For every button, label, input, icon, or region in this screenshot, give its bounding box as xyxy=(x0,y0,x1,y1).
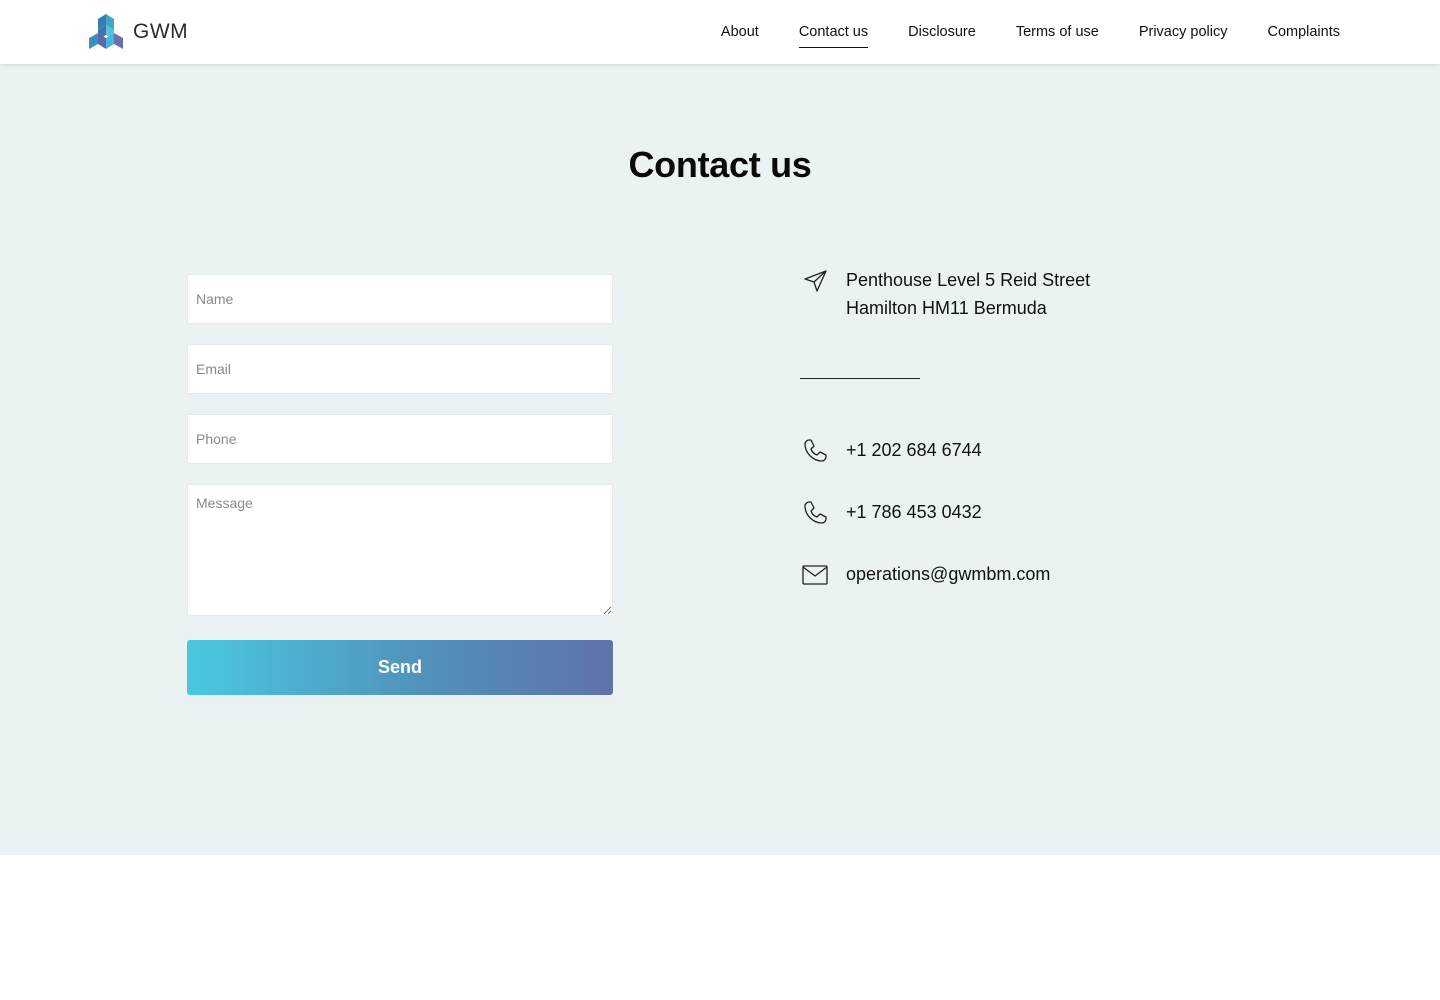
phone-link-1[interactable]: +1 202 684 6744 xyxy=(846,436,982,464)
nav-about[interactable]: About xyxy=(721,22,759,42)
email-row: operations@gwmbm.com xyxy=(800,560,1050,590)
nav-privacy-policy[interactable]: Privacy policy xyxy=(1139,22,1228,42)
main-nav: About Contact us Disclosure Terms of use… xyxy=(721,0,1340,64)
site-header: GWM About Contact us Disclosure Terms of… xyxy=(0,0,1440,64)
send-button[interactable]: Send xyxy=(187,640,613,695)
phone-link-2[interactable]: +1 786 453 0432 xyxy=(846,498,982,526)
email-link[interactable]: operations@gwmbm.com xyxy=(846,560,1050,588)
phone-row-1: +1 202 684 6744 xyxy=(800,436,982,466)
contact-section: Contact us Send Penthouse Level 5 Reid S… xyxy=(0,64,1440,855)
send-arrow-icon xyxy=(800,266,830,296)
message-textarea[interactable] xyxy=(187,484,613,616)
phone-icon xyxy=(800,498,830,528)
address-line-2: Hamilton HM11 Bermuda xyxy=(846,298,1047,318)
logo[interactable]: GWM xyxy=(87,13,188,51)
gwm-logo-icon xyxy=(89,14,123,49)
phone-icon xyxy=(800,436,830,466)
address-line-1: Penthouse Level 5 Reid Street xyxy=(846,270,1091,290)
logo-text: GWM xyxy=(133,20,189,43)
nav-disclosure[interactable]: Disclosure xyxy=(908,22,976,42)
email-input[interactable] xyxy=(187,344,613,394)
divider xyxy=(800,378,920,379)
phone-input[interactable] xyxy=(187,414,613,464)
address-block: Penthouse Level 5 Reid Street Hamilton H… xyxy=(800,266,1090,322)
phone-row-2: +1 786 453 0432 xyxy=(800,498,982,528)
name-input[interactable] xyxy=(187,274,613,324)
nav-complaints[interactable]: Complaints xyxy=(1267,22,1340,42)
nav-contact-us[interactable]: Contact us xyxy=(798,22,869,48)
envelope-icon xyxy=(800,560,830,590)
page-title: Contact us xyxy=(628,144,812,185)
nav-terms-of-use[interactable]: Terms of use xyxy=(1016,22,1099,42)
